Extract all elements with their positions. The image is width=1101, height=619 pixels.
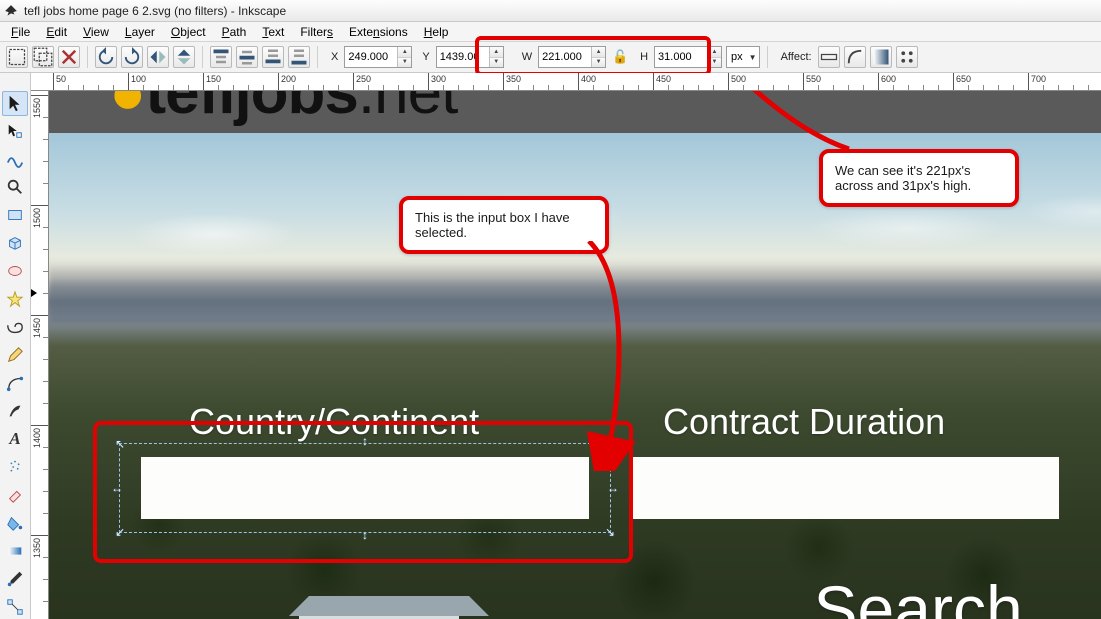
toolbox: A <box>0 73 31 619</box>
tweak-tool-icon[interactable] <box>2 147 28 172</box>
menu-edit[interactable]: Edit <box>39 24 74 40</box>
label-country: Country/Continent <box>189 401 479 443</box>
handle-l-icon[interactable]: ↔ <box>111 482 123 494</box>
menu-file[interactable]: File <box>4 24 37 40</box>
3dbox-tool-icon[interactable] <box>2 231 28 256</box>
w-label: W <box>522 51 532 63</box>
inkscape-logo-icon <box>4 4 18 18</box>
h-field[interactable] <box>655 47 707 67</box>
w-input[interactable]: ▲▼ <box>538 46 606 68</box>
menu-help[interactable]: Help <box>417 24 456 40</box>
affect-corner-icon[interactable] <box>844 46 866 68</box>
node-tool-icon[interactable] <box>2 119 28 144</box>
text-tool-icon[interactable]: A <box>2 426 28 451</box>
label-duration: Contract Duration <box>663 401 945 443</box>
chevron-down-icon: ▼ <box>749 53 757 62</box>
input-duration[interactable] <box>629 457 1059 519</box>
affect-pattern-icon[interactable] <box>896 46 918 68</box>
connector-tool-icon[interactable] <box>2 594 28 619</box>
deselect-icon[interactable] <box>58 46 80 68</box>
rotate-ccw-icon[interactable] <box>95 46 117 68</box>
handle-t-icon[interactable]: ↕ <box>359 435 371 447</box>
x-down-icon[interactable]: ▼ <box>398 58 411 68</box>
h-down-icon[interactable]: ▼ <box>708 58 721 68</box>
selection-outline: ↖ ↗ ↙ ↘ ↕ ↕ ↔ ↔ <box>119 443 611 533</box>
dropper-tool-icon[interactable] <box>2 566 28 591</box>
search-heading: Search. <box>814 571 1041 619</box>
w-up-icon[interactable]: ▲ <box>592 47 605 58</box>
y-field[interactable] <box>437 47 489 67</box>
eraser-tool-icon[interactable] <box>2 482 28 507</box>
y-up-icon[interactable]: ▲ <box>490 47 503 58</box>
affect-gradient-icon[interactable] <box>870 46 892 68</box>
ruler-horizontal: 5010015020025030035040045050055060065070… <box>31 73 1101 91</box>
menu-text[interactable]: Text <box>255 24 291 40</box>
x-field[interactable] <box>345 47 397 67</box>
spiral-tool-icon[interactable] <box>2 315 28 340</box>
ellipse-tool-icon[interactable] <box>2 259 28 284</box>
w-down-icon[interactable]: ▼ <box>592 58 605 68</box>
calligraphy-tool-icon[interactable] <box>2 398 28 423</box>
rotate-cw-icon[interactable] <box>121 46 143 68</box>
x-label: X <box>331 51 338 63</box>
lower-bottom-icon[interactable] <box>288 46 310 68</box>
window-titlebar: tefl jobs home page 6 2.svg (no filters)… <box>0 0 1101 22</box>
window-title: tefl jobs home page 6 2.svg (no filters)… <box>24 4 286 18</box>
handle-tr-icon[interactable]: ↗ <box>604 438 616 450</box>
select-all-all-layers-icon[interactable] <box>32 46 54 68</box>
gradient-tool-icon[interactable] <box>2 538 28 563</box>
x-up-icon[interactable]: ▲ <box>398 47 411 58</box>
lower-icon[interactable] <box>262 46 284 68</box>
affect-label: Affect: <box>781 51 812 63</box>
affect-stroke-icon[interactable] <box>818 46 840 68</box>
x-input[interactable]: ▲▼ <box>344 46 412 68</box>
menubar: File Edit View Layer Object Path Text Fi… <box>0 22 1101 42</box>
flip-h-icon[interactable] <box>147 46 169 68</box>
annotation-input-note: This is the input box I have selected. <box>399 196 609 254</box>
h-label: H <box>640 51 648 63</box>
raise-top-icon[interactable] <box>210 46 232 68</box>
rectangle-tool-icon[interactable] <box>2 203 28 228</box>
spray-tool-icon[interactable] <box>2 454 28 479</box>
zoom-tool-icon[interactable] <box>2 175 28 200</box>
h-input[interactable]: ▲▼ <box>654 46 722 68</box>
unit-select[interactable]: px ▼ <box>726 46 760 68</box>
handle-r-icon[interactable]: ↔ <box>607 482 619 494</box>
flip-v-icon[interactable] <box>173 46 195 68</box>
tool-options-bar: X ▲▼ Y ▲▼ W ▲▼ 🔓 H ▲▼ px ▼ Affect: <box>0 42 1101 73</box>
canvas[interactable]: ●tefljobs.net Country/Continent Contract… <box>49 91 1101 619</box>
y-input[interactable]: ▲▼ <box>436 46 504 68</box>
ruler-vertical: 155015001450140013501300 <box>31 91 49 619</box>
star-tool-icon[interactable] <box>2 287 28 312</box>
brand-text: ●tefljobs.net <box>109 91 457 128</box>
y-label: Y <box>422 51 429 63</box>
building-graphic <box>289 591 489 619</box>
menu-layer[interactable]: Layer <box>118 24 162 40</box>
menu-object[interactable]: Object <box>164 24 213 40</box>
y-down-icon[interactable]: ▼ <box>490 58 503 68</box>
handle-tl-icon[interactable]: ↖ <box>114 438 126 450</box>
selector-tool-icon[interactable] <box>2 91 28 116</box>
lock-aspect-icon[interactable]: 🔓 <box>610 47 630 67</box>
handle-b-icon[interactable]: ↕ <box>359 529 371 541</box>
annotation-size-note: We can see it's 221px's across and 31px'… <box>819 149 1019 207</box>
pencil-tool-icon[interactable] <box>2 343 28 368</box>
handle-br-icon[interactable]: ↘ <box>604 526 616 538</box>
raise-icon[interactable] <box>236 46 258 68</box>
bezier-tool-icon[interactable] <box>2 371 28 396</box>
menu-filters[interactable]: Filters <box>293 24 340 40</box>
menu-view[interactable]: View <box>76 24 116 40</box>
menu-extensions[interactable]: Extensions <box>342 24 415 40</box>
unit-value: px <box>731 51 743 63</box>
paintbucket-tool-icon[interactable] <box>2 510 28 535</box>
menu-path[interactable]: Path <box>215 24 254 40</box>
select-all-layer-icon[interactable] <box>6 46 28 68</box>
handle-bl-icon[interactable]: ↙ <box>114 526 126 538</box>
ruler-marker-icon <box>31 289 37 297</box>
w-field[interactable] <box>539 47 591 67</box>
design-header: ●tefljobs.net <box>49 91 1101 133</box>
h-up-icon[interactable]: ▲ <box>708 47 721 58</box>
